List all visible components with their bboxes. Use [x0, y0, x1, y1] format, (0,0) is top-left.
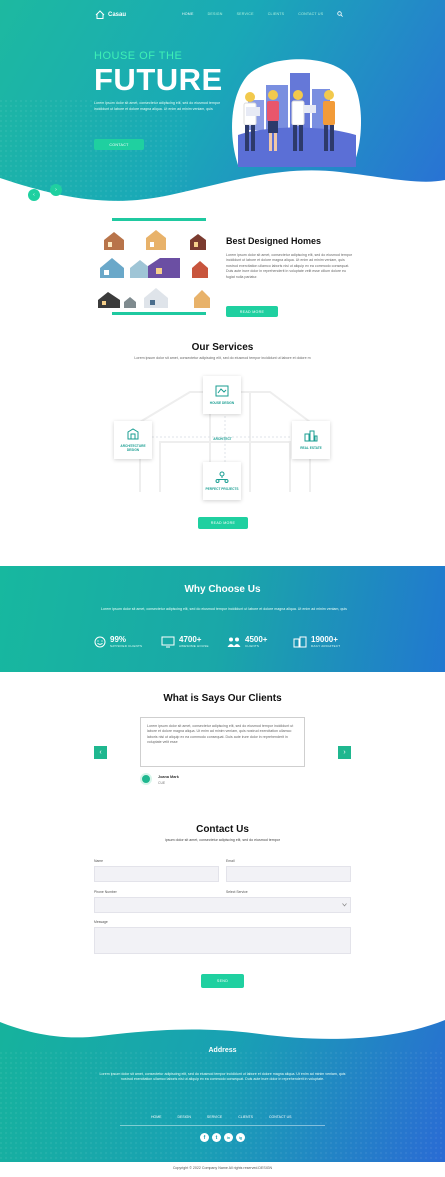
city-icon: [304, 430, 318, 442]
smile-icon: [94, 636, 106, 647]
testimonial-card: Lorem ipsum dolor sit amet, consectetur …: [140, 717, 305, 767]
main-nav: HOME DESIGN SERVICE CLIENTS CONTACT US: [182, 12, 323, 16]
service-real-estate[interactable]: REAL ESTATE: [292, 421, 330, 459]
nav-home[interactable]: HOME: [182, 12, 194, 16]
building-icon: [127, 428, 139, 440]
testimonial-next-button[interactable]: ›: [338, 746, 351, 759]
stat-awesome-house: 4700+ AWESOME HOUSE: [161, 635, 209, 648]
brand-name: Casau: [108, 11, 127, 18]
blueprint-icon: [215, 385, 229, 397]
stat-label: DAILY ARCHITECT: [311, 644, 341, 648]
hero-next-button[interactable]: ›: [50, 184, 62, 196]
footer-divider: [120, 1125, 325, 1126]
homes-illustration: [98, 218, 210, 315]
testimonial-prev-button[interactable]: ‹: [94, 746, 107, 759]
service-label: ARCHITECTURE DESIGN: [120, 444, 146, 452]
hero-subtitle: HOUSE OF THE: [94, 50, 183, 62]
stat-daily-architect: 19000+ DAILY ARCHITECT: [293, 635, 340, 648]
service-label: PERFECT PROJECTS: [205, 487, 239, 491]
testimonials-title: What is Says Our Clients: [163, 693, 282, 704]
office-building-icon: [293, 636, 307, 647]
nav-design[interactable]: DESIGN: [208, 12, 223, 16]
monitor-icon: [161, 636, 175, 647]
users-icon: [227, 637, 241, 647]
service-label: HOUSE DESIGN: [209, 401, 235, 405]
client-name: Joana Mark: [158, 775, 179, 779]
search-icon[interactable]: [337, 11, 343, 17]
message-field[interactable]: [94, 927, 351, 954]
footer-nav: HOME DESIGN SERVICE CLIENTS CONTACT US: [151, 1115, 291, 1119]
why-choose-us-section: [0, 566, 445, 672]
message-label: Message: [94, 920, 108, 924]
service-architect-label: ARCHITECT: [213, 437, 232, 441]
testimonial-quote: Lorem ipsum dolor sit amet, consectetur …: [147, 724, 294, 745]
stat-clients: 4500+ CLIENTS: [227, 635, 267, 648]
stat-satisfied-clients: 99% SATISFIED CLIENTS: [94, 635, 142, 648]
service-perfect-projects[interactable]: PERFECT PROJECTS: [203, 462, 241, 500]
workers-illustration: [232, 59, 362, 167]
footer-link-design[interactable]: DESIGN: [178, 1115, 191, 1119]
stat-value: 4500+: [245, 635, 268, 644]
stat-label: CLIENTS: [245, 644, 260, 648]
stat-value: 19000+: [311, 635, 338, 644]
footer-dot-pattern: [0, 1052, 445, 1162]
services-title: Our Services: [191, 342, 254, 353]
stat-label: SATISFIED CLIENTS: [110, 644, 143, 648]
house-logo-icon: [95, 10, 105, 19]
best-homes-title: Best Designed Homes: [226, 236, 322, 246]
best-homes-read-more-button[interactable]: READ MORE: [226, 306, 278, 317]
email-field[interactable]: [226, 866, 351, 882]
why-title: Why Choose Us: [184, 584, 261, 595]
best-homes-text: Lorem ipsum dolor sit amet, consectetur …: [226, 253, 353, 279]
contact-title: Contact Us: [196, 824, 249, 835]
why-text: Lorem ipsum dolor sit amet, consectetur …: [101, 607, 347, 611]
nav-clients[interactable]: CLIENTS: [268, 12, 285, 16]
linkedin-icon[interactable]: in: [224, 1133, 233, 1142]
footer-address-text: Lorem ipsum dolor sit amet, consectetur …: [99, 1072, 346, 1082]
stat-label: AWESOME HOUSE: [179, 644, 209, 648]
footer-wave: [0, 1012, 445, 1039]
chevron-down-icon: [342, 903, 347, 907]
send-button[interactable]: SEND: [201, 974, 244, 988]
hero-text: Lorem ipsum dolor sit amet, consectetur …: [94, 101, 221, 111]
footer-link-service[interactable]: SERVICE: [207, 1115, 222, 1119]
hero-prev-button[interactable]: ‹: [28, 189, 40, 201]
client-avatar: [140, 773, 152, 785]
email-label: Email: [226, 859, 235, 863]
stat-value: 99%: [110, 635, 127, 644]
contact-subtitle: ipsum dolor sit amet, consectetur adipis…: [165, 838, 280, 842]
client-role: CUE: [158, 781, 166, 785]
twitter-icon[interactable]: t: [212, 1133, 221, 1142]
footer-address-title: Address: [208, 1047, 237, 1054]
instagram-icon[interactable]: ig: [236, 1133, 245, 1142]
service-architecture-design[interactable]: ARCHITECTURE DESIGN: [114, 421, 152, 459]
service-select-label: Select Service: [226, 890, 248, 894]
nav-contact[interactable]: CONTACT US: [298, 12, 323, 16]
name-label: Name: [94, 859, 104, 863]
service-house-design[interactable]: HOUSE DESIGN: [203, 376, 241, 414]
network-icon: [215, 471, 229, 483]
stat-value: 4700+: [179, 635, 202, 644]
nav-service[interactable]: SERVICE: [237, 12, 254, 16]
hero-title: FUTURE: [94, 62, 223, 97]
hero-wave: [0, 170, 445, 225]
contact-button[interactable]: CONTACT: [94, 139, 144, 150]
footer-link-home[interactable]: HOME: [151, 1115, 162, 1119]
footer-link-contact[interactable]: CONTACT US: [269, 1115, 291, 1119]
phone-label: Phone Number: [94, 890, 117, 894]
services-subtitle: Lorem ipsum dolor sit amet, consectetur …: [134, 356, 311, 360]
service-label: REAL ESTATE: [300, 446, 322, 450]
facebook-icon[interactable]: f: [200, 1133, 209, 1142]
brand-logo[interactable]: Casau: [95, 10, 126, 19]
name-field[interactable]: [94, 866, 219, 882]
footer-link-clients[interactable]: CLIENTS: [238, 1115, 253, 1119]
copyright-text: Copyright © 2022 Company Name All rights…: [172, 1166, 273, 1170]
service-select[interactable]: [226, 897, 351, 913]
services-read-more-button[interactable]: READ MORE: [198, 517, 248, 529]
footer-section: [0, 1012, 445, 1162]
